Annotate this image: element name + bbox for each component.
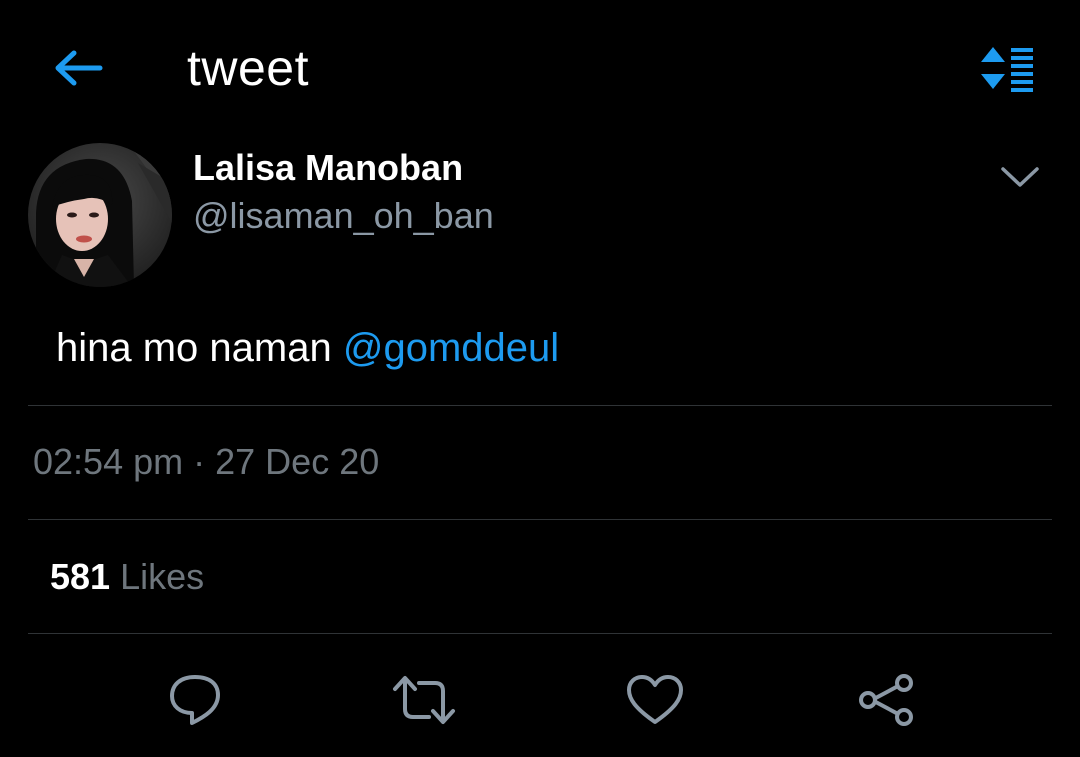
tweet-text-body: hina mo naman — [56, 326, 332, 370]
likes-stat[interactable]: 581 Likes — [50, 555, 204, 599]
share-nodes-icon — [859, 674, 913, 726]
like-button[interactable] — [621, 666, 689, 734]
author-display-name[interactable]: Lalisa Manoban — [193, 146, 463, 190]
timestamp-separator: · — [193, 441, 206, 482]
back-button[interactable] — [50, 44, 106, 92]
author-handle[interactable]: @lisaman_oh_ban — [193, 194, 494, 238]
tweet-timestamp: 02:54 pm · 27 Dec 20 — [33, 440, 379, 484]
divider — [28, 519, 1052, 520]
tweet-time: 02:54 pm — [33, 441, 184, 482]
profile-photo — [28, 143, 172, 287]
arrow-left-icon — [55, 50, 103, 86]
tweet-options-button[interactable] — [990, 152, 1050, 202]
retweet-icon — [393, 676, 455, 724]
reply-button[interactable] — [161, 666, 229, 734]
top-app-bar: tweet — [0, 0, 1080, 134]
likes-label: Likes — [120, 556, 205, 597]
page-title: tweet — [187, 40, 310, 96]
divider — [28, 633, 1052, 634]
sort-list-icon — [981, 47, 1033, 92]
divider — [28, 405, 1052, 406]
heart-icon — [627, 675, 683, 724]
avatar[interactable] — [28, 143, 172, 287]
likes-count: 581 — [50, 556, 111, 597]
retweet-button[interactable] — [390, 666, 458, 734]
tweet-text: hina mo naman @gomddeul — [56, 324, 559, 372]
mention-link[interactable]: @gomddeul — [343, 326, 559, 370]
share-button[interactable] — [852, 666, 920, 734]
speech-bubble-icon — [170, 675, 220, 725]
chevron-down-icon — [1001, 167, 1039, 187]
sort-button[interactable] — [976, 40, 1040, 96]
tweet-date: 27 Dec 20 — [215, 441, 380, 482]
